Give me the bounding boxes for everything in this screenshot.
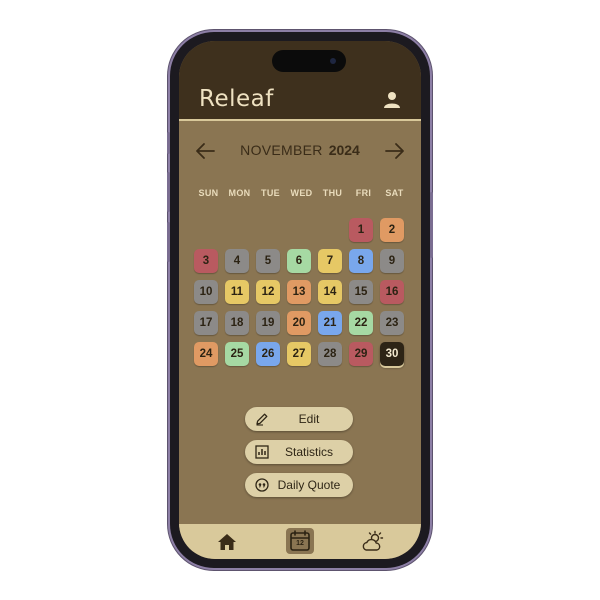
dynamic-island	[272, 50, 346, 72]
calendar-day[interactable]: 18	[225, 311, 249, 335]
calendar-day[interactable]: 24	[194, 342, 218, 366]
calendar-tab-date: 12	[296, 540, 304, 547]
weekday-wed: WED	[290, 188, 313, 198]
calendar-day[interactable]: 17	[194, 311, 218, 335]
weather-icon[interactable]	[360, 530, 384, 554]
calendar-day[interactable]: 25	[225, 342, 249, 366]
calendar-day[interactable]: 29	[349, 342, 373, 366]
calendar-day[interactable]: 23	[380, 311, 404, 335]
edit-button[interactable]: Edit	[245, 407, 353, 431]
weekday-mon: MON	[228, 188, 251, 198]
arrow-right-icon[interactable]	[384, 140, 406, 162]
action-button	[167, 132, 170, 154]
calendar-day[interactable]: 10	[194, 280, 218, 304]
user-icon[interactable]	[383, 91, 401, 109]
calendar-day[interactable]: 14	[318, 280, 342, 304]
calendar-day[interactable]: 2	[380, 218, 404, 242]
volume-up-button	[167, 172, 170, 212]
home-icon[interactable]	[215, 530, 239, 554]
daily-quote-button[interactable]: Daily Quote	[245, 473, 353, 497]
weekday-tue: TUE	[261, 188, 280, 198]
volume-down-button	[167, 222, 170, 262]
screen: Releaf NOVEMBER 2024 SUN MON TUE WED THU …	[179, 41, 421, 559]
calendar-day[interactable]: 5	[256, 249, 280, 273]
weekday-sat: SAT	[385, 188, 404, 198]
calendar-day[interactable]: 9	[380, 249, 404, 273]
calendar-day[interactable]: 16	[380, 280, 404, 304]
calendar-day[interactable]: 22	[349, 311, 373, 335]
app-title: Releaf	[199, 86, 274, 112]
weekday-fri: FRI	[355, 188, 372, 198]
daily-quote-label: Daily Quote	[277, 478, 341, 492]
calendar-day[interactable]: 13	[287, 280, 311, 304]
edit-label: Edit	[298, 412, 320, 426]
month-name: NOVEMBER	[240, 142, 323, 158]
calendar-day[interactable]: 30	[380, 342, 404, 366]
statistics-button[interactable]: Statistics	[245, 440, 353, 464]
calendar-day[interactable]: 15	[349, 280, 373, 304]
calendar-day[interactable]: 3	[194, 249, 218, 273]
calendar-day[interactable]: 21	[318, 311, 342, 335]
pencil-icon	[256, 413, 268, 426]
phone-frame: Releaf NOVEMBER 2024 SUN MON TUE WED THU …	[167, 32, 433, 568]
calendar-day[interactable]: 20	[287, 311, 311, 335]
calendar-day[interactable]: 12	[256, 280, 280, 304]
calendar-day[interactable]: 11	[225, 280, 249, 304]
quote-icon	[255, 478, 269, 492]
tab-bar: 12	[179, 524, 421, 559]
calendar-day[interactable]: 1	[349, 218, 373, 242]
month-navigation: NOVEMBER 2024	[179, 138, 421, 164]
weekday-header: SUN MON TUE WED THU FRI SAT	[193, 188, 411, 198]
year: 2024	[328, 142, 360, 158]
calendar-day[interactable]: 26	[256, 342, 280, 366]
calendar-day[interactable]: 6	[287, 249, 311, 273]
tab-calendar[interactable]: 12	[286, 528, 314, 554]
calendar-day[interactable]: 7	[318, 249, 342, 273]
calendar-day[interactable]: 28	[318, 342, 342, 366]
power-button	[430, 192, 433, 258]
calendar-day[interactable]: 4	[225, 249, 249, 273]
weekday-thu: THU	[322, 188, 343, 198]
statistics-label: Statistics	[284, 445, 333, 459]
chart-icon	[255, 445, 269, 459]
calendar-day[interactable]: 19	[256, 311, 280, 335]
calendar-day[interactable]: 8	[349, 249, 373, 273]
calendar-day[interactable]: 27	[287, 342, 311, 366]
weekday-sun: SUN	[198, 188, 219, 198]
